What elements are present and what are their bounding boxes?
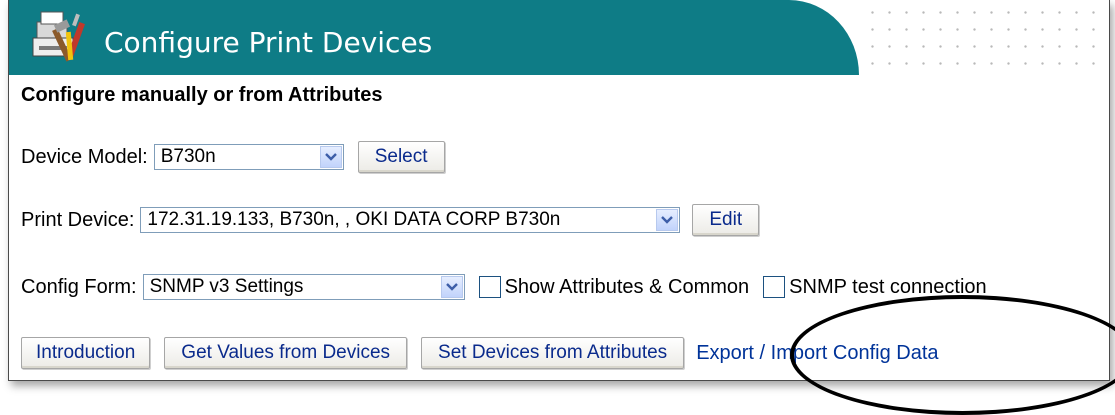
print-device-value: 172.31.19.133, B730n, , OKI DATA CORP B7… <box>147 209 561 230</box>
chevron-down-icon[interactable] <box>440 276 463 298</box>
snmp-test-label: SNMP test connection <box>789 275 987 298</box>
select-button[interactable]: Select <box>357 141 445 173</box>
show-attributes-label: Show Attributes & Common <box>504 275 750 298</box>
device-model-select[interactable]: B730n <box>153 144 344 170</box>
printer-tools-icon <box>32 11 85 62</box>
device-model-value: B730n <box>160 146 216 167</box>
section-heading: Configure manually or from Attributes <box>21 84 383 106</box>
export-import-link[interactable]: Export / Import Config Data <box>696 342 938 365</box>
chevron-down-icon[interactable] <box>656 209 679 231</box>
print-device-label: Print Device: <box>21 208 135 231</box>
snmp-test-checkbox[interactable] <box>763 276 786 298</box>
config-form-value: SNMP v3 Settings <box>149 276 304 297</box>
configure-print-devices-panel: Configure Print Devices Configure manual… <box>8 0 1110 381</box>
config-form-select[interactable]: SNMP v3 Settings <box>142 274 465 300</box>
title-banner: Configure Print Devices <box>9 0 859 75</box>
device-model-label: Device Model: <box>21 145 148 168</box>
config-form-row: Config Form: SNMP v3 Settings Show Attri… <box>21 270 993 304</box>
set-devices-button[interactable]: Set Devices from Attributes <box>421 337 685 369</box>
page-title: Configure Print Devices <box>104 26 433 59</box>
dot-pattern <box>859 0 1109 75</box>
config-form-label: Config Form: <box>21 275 137 298</box>
actions-row: Introduction Get Values from Devices Set… <box>21 336 939 370</box>
edit-button[interactable]: Edit <box>692 204 760 236</box>
chevron-down-icon[interactable] <box>319 146 342 168</box>
print-device-row: Print Device: 172.31.19.133, B730n, , OK… <box>21 203 760 237</box>
device-model-row: Device Model: B730n Select <box>21 140 445 174</box>
show-attributes-checkbox[interactable] <box>478 276 501 298</box>
introduction-button[interactable]: Introduction <box>21 337 151 369</box>
get-values-button[interactable]: Get Values from Devices <box>164 337 408 369</box>
print-device-select[interactable]: 172.31.19.133, B730n, , OKI DATA CORP B7… <box>140 207 681 233</box>
